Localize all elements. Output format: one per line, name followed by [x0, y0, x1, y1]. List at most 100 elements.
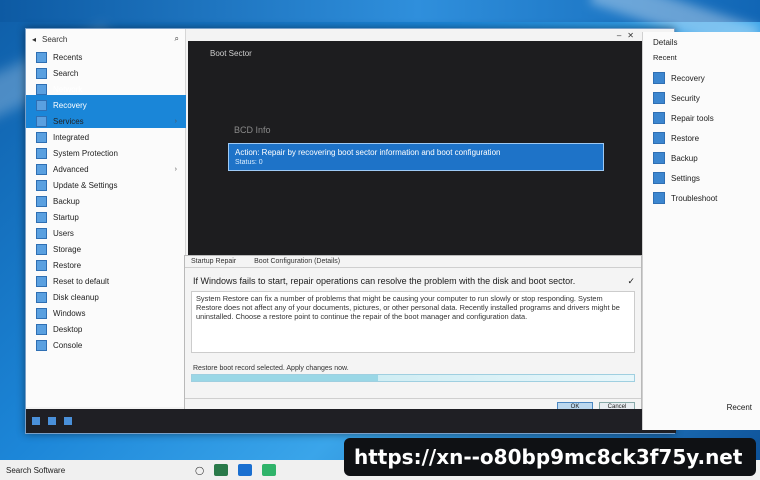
details-item-label: Troubleshoot — [671, 193, 718, 203]
tab-startup-repair[interactable]: Startup Repair — [191, 258, 236, 265]
watermark-url: https://xn--o80bp9mc8ck3f75y.net — [344, 438, 756, 476]
details-pane: Details Recent Recovery Security Repair to… — [642, 32, 760, 430]
boot-sector-panel: Boot Sector BCD Info Action: Repair by r… — [188, 41, 642, 259]
details-item[interactable]: Troubleshoot — [643, 188, 760, 208]
sidebar-item[interactable]: Update & Settings — [26, 177, 185, 193]
status-windows-icon[interactable] — [32, 417, 40, 425]
chevron-right-icon[interactable]: › — [175, 166, 177, 173]
sidebar-item[interactable]: Desktop — [26, 321, 185, 337]
sidebar-item-label: Network — [53, 84, 83, 94]
dialog-tabs: Startup Repair Boot Configuration (Detai… — [185, 256, 641, 268]
sidebar-item-label: Windows — [53, 308, 86, 318]
sidebar-item-label: Disk cleanup — [53, 292, 99, 302]
status-folder-icon[interactable] — [48, 417, 56, 425]
sidebar-item-label: Backup — [53, 196, 80, 206]
sidebar-item[interactable]: Storage — [26, 241, 185, 257]
sidebar-item[interactable]: Disk cleanup — [26, 289, 185, 305]
sidebar-item[interactable]: Startup — [26, 209, 185, 225]
chip-icon — [36, 131, 47, 143]
sidebar-item[interactable]: Recents — [26, 49, 185, 65]
sidebar-item-label: Reset to default — [53, 276, 110, 286]
details-header: Details — [653, 38, 678, 47]
window-status-bar — [26, 409, 676, 433]
taskbar-store-icon[interactable] — [262, 464, 277, 476]
sidebar-item[interactable]: Users — [26, 225, 185, 241]
left-navigation: ◂ Search ⌕ Recents Search Network Recovery S… — [26, 29, 186, 407]
details-item[interactable]: Security — [643, 88, 760, 108]
search-icon — [36, 67, 47, 79]
details-item[interactable]: Backup — [643, 148, 760, 168]
taskbar-search-icon[interactable]: ◯ — [195, 466, 204, 475]
sidebar-item-label: Services — [53, 116, 84, 126]
panel-label: BCD Info — [234, 125, 271, 135]
user-icon — [36, 227, 47, 239]
repair-progress-fill — [192, 375, 378, 381]
sidebar-item[interactable]: Advanced › — [26, 161, 185, 177]
details-footer: Recent — [726, 403, 752, 412]
taskbar-app-icon[interactable] — [214, 464, 229, 476]
gear-icon — [653, 172, 665, 184]
details-subheader: Recent — [653, 53, 677, 62]
details-item[interactable]: Recovery — [643, 68, 760, 88]
details-item-label: Repair tools — [671, 113, 714, 123]
sidebar-item[interactable]: Reset to default — [26, 273, 185, 289]
windows-icon — [36, 307, 47, 319]
shield-icon — [653, 92, 665, 104]
sidebar-item[interactable]: Backup — [26, 193, 185, 209]
chevron-right-icon[interactable]: › — [175, 118, 177, 125]
details-item[interactable]: Restore — [643, 128, 760, 148]
taskbar-start-label[interactable]: Search Software — [6, 466, 65, 475]
folder-icon — [36, 51, 47, 63]
backup-icon — [36, 195, 47, 207]
sidebar-item-label: System Protection — [53, 148, 118, 158]
storage-icon — [36, 243, 47, 255]
taskbar-browser-icon[interactable] — [238, 464, 253, 476]
window-caption-buttons: – ✕ — [617, 31, 634, 40]
backup-icon — [653, 152, 665, 164]
broom-icon — [36, 291, 47, 303]
details-item-label: Security — [671, 93, 700, 103]
nav-search-label: Search — [42, 34, 68, 44]
details-item-label: Settings — [671, 173, 700, 183]
gear-icon — [36, 163, 47, 175]
globe-icon — [36, 83, 47, 95]
sidebar-item[interactable]: Services › — [26, 113, 185, 129]
sidebar-item[interactable]: Recovery — [26, 97, 185, 113]
status-browser-icon[interactable] — [64, 417, 72, 425]
repair-progress-bar — [191, 374, 635, 382]
disk-icon — [653, 72, 665, 84]
dialog-description-box[interactable]: System Restore can fix a number of probl… — [191, 291, 635, 353]
sidebar-item[interactable]: System Protection — [26, 145, 185, 161]
back-arrow-icon[interactable]: ◂ — [32, 35, 36, 44]
console-icon — [36, 339, 47, 351]
action-status: Status: 0 — [235, 159, 263, 166]
sidebar-item-label: Update & Settings — [53, 180, 118, 190]
tab-boot-configuration[interactable]: Boot Configuration (Details) — [254, 258, 340, 265]
dialog-note: Restore boot record selected. Apply chan… — [193, 365, 349, 372]
repair-dialog: Startup Repair Boot Configuration (Detai… — [184, 255, 642, 415]
sidebar-item[interactable]: Search — [26, 65, 185, 81]
restore-icon — [36, 259, 47, 271]
details-item-label: Recovery — [671, 73, 705, 83]
sidebar-item[interactable]: Console — [26, 337, 185, 353]
sidebar-item[interactable]: Integrated — [26, 129, 185, 145]
dialog-heading: If Windows fails to start, repair operat… — [185, 268, 641, 289]
power-icon — [36, 211, 47, 223]
action-selected-row[interactable]: Action: Repair by recovering boot sector… — [228, 143, 604, 171]
sidebar-item-label: Restore — [53, 260, 82, 270]
sidebar-item-label: Users — [53, 228, 74, 238]
desktop-icon — [36, 323, 47, 335]
sidebar-item[interactable]: Restore — [26, 257, 185, 273]
nav-search-bar[interactable]: ◂ Search ⌕ — [26, 29, 185, 49]
close-button[interactable]: ✕ — [627, 31, 634, 40]
minimize-button[interactable]: – — [617, 31, 621, 40]
dialog-heading-text: If Windows fails to start, repair operat… — [193, 276, 576, 286]
sidebar-item-label: Console — [53, 340, 83, 350]
shield-icon — [36, 147, 47, 159]
details-item[interactable]: Settings — [643, 168, 760, 188]
sidebar-item[interactable]: Network — [26, 81, 185, 97]
details-item[interactable]: Repair tools — [643, 108, 760, 128]
search-icon[interactable]: ⌕ — [175, 34, 179, 44]
update-icon — [36, 179, 47, 191]
sidebar-item[interactable]: Windows — [26, 305, 185, 321]
